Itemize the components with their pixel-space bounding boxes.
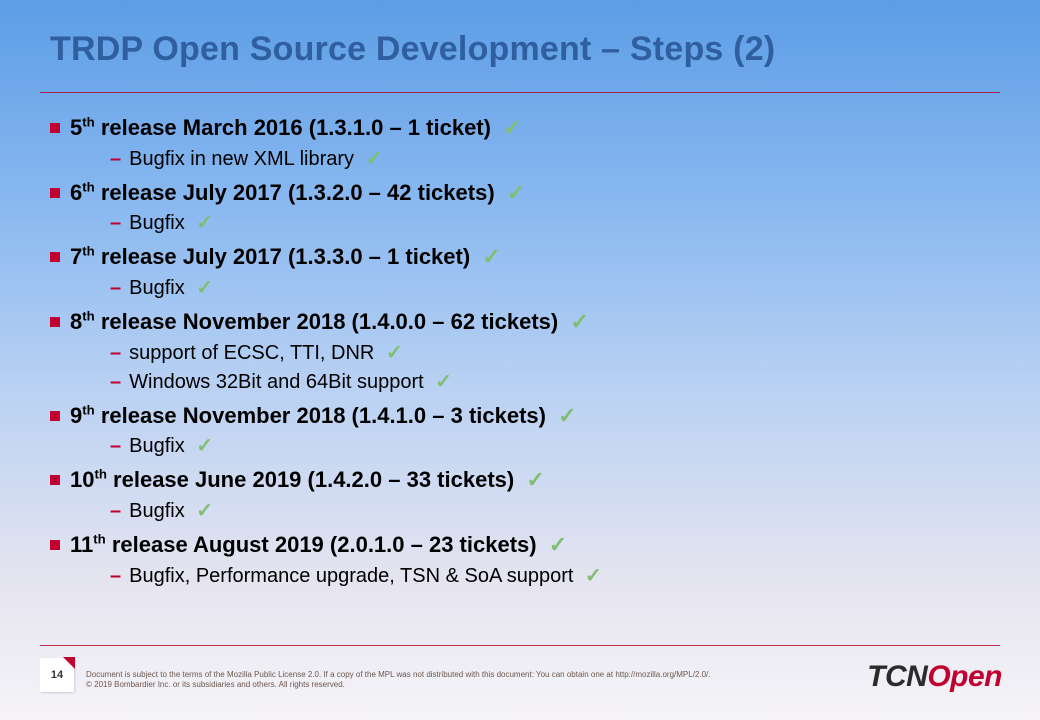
checkmark-icon: ✓ [526,465,544,495]
checkmark-icon: ✓ [558,401,576,431]
square-bullet-icon [50,317,60,327]
dash-bullet-icon: – [110,342,121,364]
footnote: Document is subject to the terms of the … [86,670,726,690]
logo-part-tcn: TCN [867,660,927,693]
release-text: release June 2019 (1.4.2.0 – 33 tickets) [107,467,520,492]
checkmark-icon: ✓ [366,145,383,174]
slide: TRDP Open Source Development – Steps (2)… [0,0,1040,720]
dash-bullet-icon: – [110,212,121,234]
release-sub-item: –Bugfix ✓ [110,209,1000,238]
release-sub-item: –Bugfix in new XML library ✓ [110,145,1000,174]
release-sublist: –Bugfix ✓ [110,497,1000,526]
sub-item-text: Bugfix, Performance upgrade, TSN & SoA s… [129,565,579,587]
release-sublist: –Bugfix ✓ [110,274,1000,303]
release-item: 5th release March 2016 (1.3.1.0 – 1 tick… [50,113,1000,143]
release-text: release August 2019 (2.0.1.0 – 23 ticket… [106,532,543,557]
ordinal-suffix: th [82,309,94,324]
checkmark-icon: ✓ [196,274,213,303]
release-text: release November 2018 (1.4.0.0 – 62 tick… [95,309,565,334]
release-sublist: –support of ECSC, TTI, DNR ✓–Windows 32B… [110,339,1000,397]
footnote-line-2: © 2019 Bombardier Inc. or its subsidiari… [86,680,345,689]
release-text: release November 2018 (1.4.1.0 – 3 ticke… [95,403,552,428]
ordinal-suffix: th [93,532,105,547]
release-item: 11th release August 2019 (2.0.1.0 – 23 t… [50,530,1000,560]
release-item: 10th release June 2019 (1.4.2.0 – 33 tic… [50,465,1000,495]
ordinal-number: 11 [70,532,93,557]
ordinal-number: 9 [70,403,82,428]
logo-part-open: Open [927,660,1002,693]
release-text: release July 2017 (1.3.3.0 – 1 ticket) [95,244,477,269]
sub-item-text: Bugfix [129,212,190,234]
ordinal-suffix: th [94,467,106,482]
release-sub-item: –Bugfix, Performance upgrade, TSN & SoA … [110,562,1000,591]
release-item: 6th release July 2017 (1.3.2.0 – 42 tick… [50,178,1000,208]
title-divider [40,92,1000,93]
ordinal-number: 5 [70,115,82,140]
release-sub-item: –Bugfix ✓ [110,274,1000,303]
release-sub-item: –Bugfix ✓ [110,432,1000,461]
dash-bullet-icon: – [110,500,121,522]
checkmark-icon: ✓ [585,562,602,591]
release-text: release July 2017 (1.3.2.0 – 42 tickets) [95,180,501,205]
checkmark-icon: ✓ [570,307,588,337]
release-sub-item: –Bugfix ✓ [110,497,1000,526]
release-sub-item: –Windows 32Bit and 64Bit support ✓ [110,368,1000,397]
ordinal-suffix: th [82,179,94,194]
release-sublist: –Bugfix ✓ [110,432,1000,461]
footnote-line-1: Document is subject to the terms of the … [86,670,710,679]
ordinal-suffix: th [82,115,94,130]
ordinal-number: 10 [70,467,94,492]
square-bullet-icon [50,188,60,198]
dash-bullet-icon: – [110,277,121,299]
ordinal-number: 8 [70,309,82,334]
release-sub-item: –support of ECSC, TTI, DNR ✓ [110,339,1000,368]
dash-bullet-icon: – [110,435,121,457]
sub-item-text: Windows 32Bit and 64Bit support [129,371,429,393]
dash-bullet-icon: – [110,565,121,587]
ordinal-number: 7 [70,244,82,269]
square-bullet-icon [50,540,60,550]
dash-bullet-icon: – [110,148,121,170]
release-sublist: –Bugfix ✓ [110,209,1000,238]
sub-item-text: Bugfix [129,277,190,299]
release-sublist: –Bugfix in new XML library ✓ [110,145,1000,174]
sub-item-text: Bugfix [129,435,190,457]
dash-bullet-icon: – [110,371,121,393]
checkmark-icon: ✓ [503,113,521,143]
ordinal-suffix: th [82,402,94,417]
sub-item-text: Bugfix in new XML library [129,148,359,170]
checkmark-icon: ✓ [435,368,452,397]
sub-item-text: support of ECSC, TTI, DNR [129,342,380,364]
page-number-badge: 14 [40,658,74,692]
release-item: 8th release November 2018 (1.4.0.0 – 62 … [50,307,1000,337]
content-area: 5th release March 2016 (1.3.1.0 – 1 tick… [50,110,1000,595]
footer-divider [40,645,1000,646]
checkmark-icon: ✓ [196,209,213,238]
checkmark-icon: ✓ [549,530,567,560]
tcnopen-logo: TCNOpen [867,660,1002,694]
checkmark-icon: ✓ [386,339,403,368]
checkmark-icon: ✓ [507,178,525,208]
release-item: 9th release November 2018 (1.4.1.0 – 3 t… [50,401,1000,431]
square-bullet-icon [50,252,60,262]
square-bullet-icon [50,123,60,133]
square-bullet-icon [50,411,60,421]
square-bullet-icon [50,475,60,485]
slide-title: TRDP Open Source Development – Steps (2) [50,30,775,69]
ordinal-suffix: th [82,244,94,259]
sub-item-text: Bugfix [129,500,190,522]
checkmark-icon: ✓ [482,242,500,272]
release-item: 7th release July 2017 (1.3.3.0 – 1 ticke… [50,242,1000,272]
ordinal-number: 6 [70,180,82,205]
release-text: release March 2016 (1.3.1.0 – 1 ticket) [95,115,497,140]
release-sublist: –Bugfix, Performance upgrade, TSN & SoA … [110,562,1000,591]
checkmark-icon: ✓ [196,497,213,526]
checkmark-icon: ✓ [196,432,213,461]
